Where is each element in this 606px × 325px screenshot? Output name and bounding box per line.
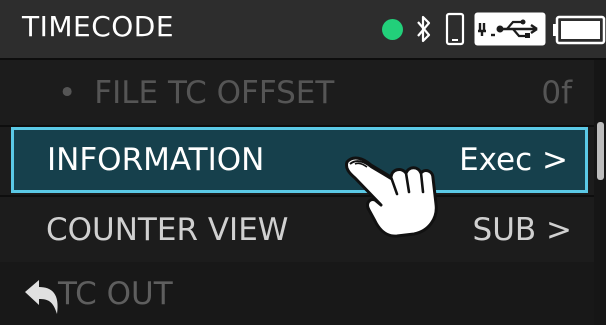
menu-item-label: COUNTER VIEW bbox=[46, 211, 289, 248]
status-dot-icon bbox=[382, 19, 403, 40]
menu-item-label: INFORMATION bbox=[47, 142, 265, 178]
menu-item-label: FILE TC OFFSET bbox=[58, 75, 334, 111]
menu-item-information[interactable]: INFORMATION Exec > bbox=[11, 127, 588, 193]
header-bar: TIMECODE bbox=[0, 0, 606, 60]
back-arrow-icon[interactable] bbox=[22, 274, 66, 318]
tap-hand-icon bbox=[345, 156, 438, 238]
scrollbar[interactable] bbox=[594, 60, 606, 325]
usb-icon bbox=[474, 12, 546, 46]
page-title: TIMECODE bbox=[22, 10, 175, 43]
footer-bar: TC OUT bbox=[0, 262, 594, 325]
menu-item-value: 0f bbox=[541, 74, 572, 111]
menu-item-label-tc-out: TC OUT bbox=[58, 275, 173, 312]
menu-item-value: SUB > bbox=[472, 211, 572, 248]
scroll-thumb[interactable] bbox=[597, 122, 604, 180]
menu-item-counter-view[interactable]: COUNTER VIEW SUB > bbox=[0, 197, 594, 262]
phone-icon bbox=[445, 12, 465, 46]
timecode-screen: TIMECODE FILE TC OFFSET 0f bbox=[0, 0, 606, 325]
battery-icon bbox=[553, 15, 606, 45]
menu-item-value: Exec > bbox=[459, 142, 568, 178]
bluetooth-icon bbox=[417, 15, 431, 43]
menu-item-file-tc-offset: FILE TC OFFSET 0f bbox=[0, 60, 594, 125]
